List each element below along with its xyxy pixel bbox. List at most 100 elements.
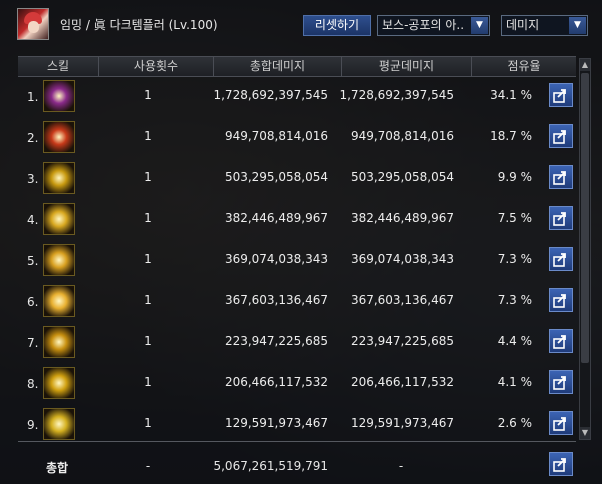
reset-button[interactable]: 리셋하기 bbox=[303, 15, 371, 36]
table-row: 4. 1 382,446,489,967 382,446,489,967 7.5 % bbox=[0, 199, 602, 240]
rank-label: 9. bbox=[27, 418, 39, 432]
rank-label: 1. bbox=[27, 90, 39, 104]
skill-icon bbox=[43, 162, 75, 194]
rank-label: 4. bbox=[27, 213, 39, 227]
share-button[interactable] bbox=[549, 206, 573, 230]
avg-damage-cell: 129,591,973,467 bbox=[350, 416, 454, 430]
table-row: 6. 1 367,603,136,467 367,603,136,467 7.3 % bbox=[0, 281, 602, 322]
avg-damage-cell: 369,074,038,343 bbox=[350, 252, 454, 266]
share-icon bbox=[553, 294, 566, 308]
chevron-down-icon[interactable]: ▼ bbox=[471, 17, 488, 34]
total-damage-cell: 129,591,973,467 bbox=[224, 416, 328, 430]
rank-label: 8. bbox=[27, 377, 39, 391]
share-button[interactable] bbox=[549, 288, 573, 312]
character-name: 임밍 / 眞 다크템플러 (Lv.100) bbox=[60, 18, 218, 32]
uses-cell: 1 bbox=[144, 334, 152, 348]
summary-share-button[interactable] bbox=[549, 452, 573, 476]
total-damage-cell: 949,708,814,016 bbox=[224, 129, 328, 143]
uses-cell: 1 bbox=[144, 88, 152, 102]
skill-icon bbox=[43, 80, 75, 112]
skill-icon bbox=[43, 326, 75, 358]
rank-label: 2. bbox=[27, 131, 39, 145]
share-button[interactable] bbox=[549, 247, 573, 271]
table-header: 스킬 사용횟수 총합데미지 평균데미지 점유율 bbox=[18, 56, 576, 77]
share-cell: 18.7 % bbox=[490, 129, 532, 143]
character-avatar bbox=[17, 8, 49, 40]
metric-select[interactable]: 데미지 ▼ bbox=[501, 15, 588, 36]
share-cell: 7.3 % bbox=[497, 293, 532, 307]
uses-cell: 1 bbox=[144, 170, 152, 184]
share-icon bbox=[553, 417, 566, 431]
damage-meter-panel: 임밍 / 眞 다크템플러 (Lv.100) 리셋하기 보스-공포의 아.. ▼ … bbox=[0, 0, 602, 484]
share-cell: 2.6 % bbox=[497, 416, 532, 430]
avg-damage-cell: 503,295,058,054 bbox=[350, 170, 454, 184]
share-button[interactable] bbox=[549, 329, 573, 353]
avg-damage-cell: 206,466,117,532 bbox=[350, 375, 454, 389]
skill-icon bbox=[43, 285, 75, 317]
share-icon bbox=[553, 335, 566, 349]
scroll-down-icon[interactable]: ▼ bbox=[580, 427, 590, 439]
rank-label: 3. bbox=[27, 172, 39, 186]
skill-icon bbox=[43, 121, 75, 153]
col-avg-damage: 평균데미지 bbox=[341, 57, 471, 76]
total-damage-cell: 382,446,489,967 bbox=[224, 211, 328, 225]
boss-select[interactable]: 보스-공포의 아.. ▼ bbox=[377, 15, 490, 36]
avg-damage-cell: 1,728,692,397,545 bbox=[339, 88, 454, 102]
total-damage-cell: 1,728,692,397,545 bbox=[213, 88, 328, 102]
share-button[interactable] bbox=[549, 411, 573, 435]
skill-icon bbox=[43, 408, 75, 440]
summary-divider bbox=[18, 441, 576, 442]
summary-uses: - bbox=[145, 459, 151, 473]
avg-damage-cell: 223,947,225,685 bbox=[350, 334, 454, 348]
total-damage-cell: 503,295,058,054 bbox=[224, 170, 328, 184]
total-damage-cell: 223,947,225,685 bbox=[224, 334, 328, 348]
uses-cell: 1 bbox=[144, 129, 152, 143]
header: 임밍 / 眞 다크템플러 (Lv.100) 리셋하기 보스-공포의 아.. ▼ … bbox=[0, 0, 602, 50]
scrollbar[interactable]: ▲ ▼ bbox=[579, 58, 591, 440]
avg-damage-cell: 949,708,814,016 bbox=[350, 129, 454, 143]
skill-icon bbox=[43, 367, 75, 399]
share-icon bbox=[553, 212, 566, 226]
uses-cell: 1 bbox=[144, 416, 152, 430]
share-cell: 7.5 % bbox=[497, 211, 532, 225]
col-total-damage: 총합데미지 bbox=[213, 57, 341, 76]
chevron-down-icon[interactable]: ▼ bbox=[569, 17, 586, 34]
share-button[interactable] bbox=[549, 124, 573, 148]
scroll-up-icon[interactable]: ▲ bbox=[580, 59, 590, 71]
share-cell: 7.3 % bbox=[497, 252, 532, 266]
table-row: 5. 1 369,074,038,343 369,074,038,343 7.3 % bbox=[0, 240, 602, 281]
boss-select-value: 보스-공포의 아.. bbox=[382, 18, 465, 32]
share-cell: 4.4 % bbox=[497, 334, 532, 348]
share-button[interactable] bbox=[549, 370, 573, 394]
avg-damage-cell: 382,446,489,967 bbox=[350, 211, 454, 225]
total-damage-cell: 206,466,117,532 bbox=[224, 375, 328, 389]
share-button[interactable] bbox=[549, 165, 573, 189]
share-cell: 9.9 % bbox=[497, 170, 532, 184]
table-row: 7. 1 223,947,225,685 223,947,225,685 4.4 % bbox=[0, 322, 602, 363]
rank-label: 6. bbox=[27, 295, 39, 309]
share-icon bbox=[553, 376, 566, 390]
total-damage-cell: 367,603,136,467 bbox=[224, 293, 328, 307]
share-cell: 34.1 % bbox=[490, 88, 532, 102]
summary-total: 5,067,261,519,791 bbox=[213, 459, 328, 473]
avatar-face bbox=[28, 21, 39, 33]
table-row: 9. 1 129,591,973,467 129,591,973,467 2.6 % bbox=[0, 404, 602, 445]
uses-cell: 1 bbox=[144, 293, 152, 307]
share-icon bbox=[553, 130, 566, 144]
scroll-thumb[interactable] bbox=[581, 73, 589, 363]
col-share: 점유율 bbox=[471, 57, 576, 76]
share-button[interactable] bbox=[549, 83, 573, 107]
share-icon bbox=[553, 458, 566, 472]
summary-avg: - bbox=[398, 459, 404, 473]
share-cell: 4.1 % bbox=[497, 375, 532, 389]
share-icon bbox=[553, 253, 566, 267]
table-row: 8. 1 206,466,117,532 206,466,117,532 4.1 % bbox=[0, 363, 602, 404]
rank-label: 7. bbox=[27, 336, 39, 350]
col-uses: 사용횟수 bbox=[98, 57, 213, 76]
summary-label: 총합 bbox=[46, 461, 69, 475]
share-icon bbox=[553, 89, 566, 103]
table-row: 2. 1 949,708,814,016 949,708,814,016 18.7 % bbox=[0, 117, 602, 158]
skill-icon bbox=[43, 244, 75, 276]
metric-select-value: 데미지 bbox=[506, 18, 540, 32]
share-icon bbox=[553, 171, 566, 185]
